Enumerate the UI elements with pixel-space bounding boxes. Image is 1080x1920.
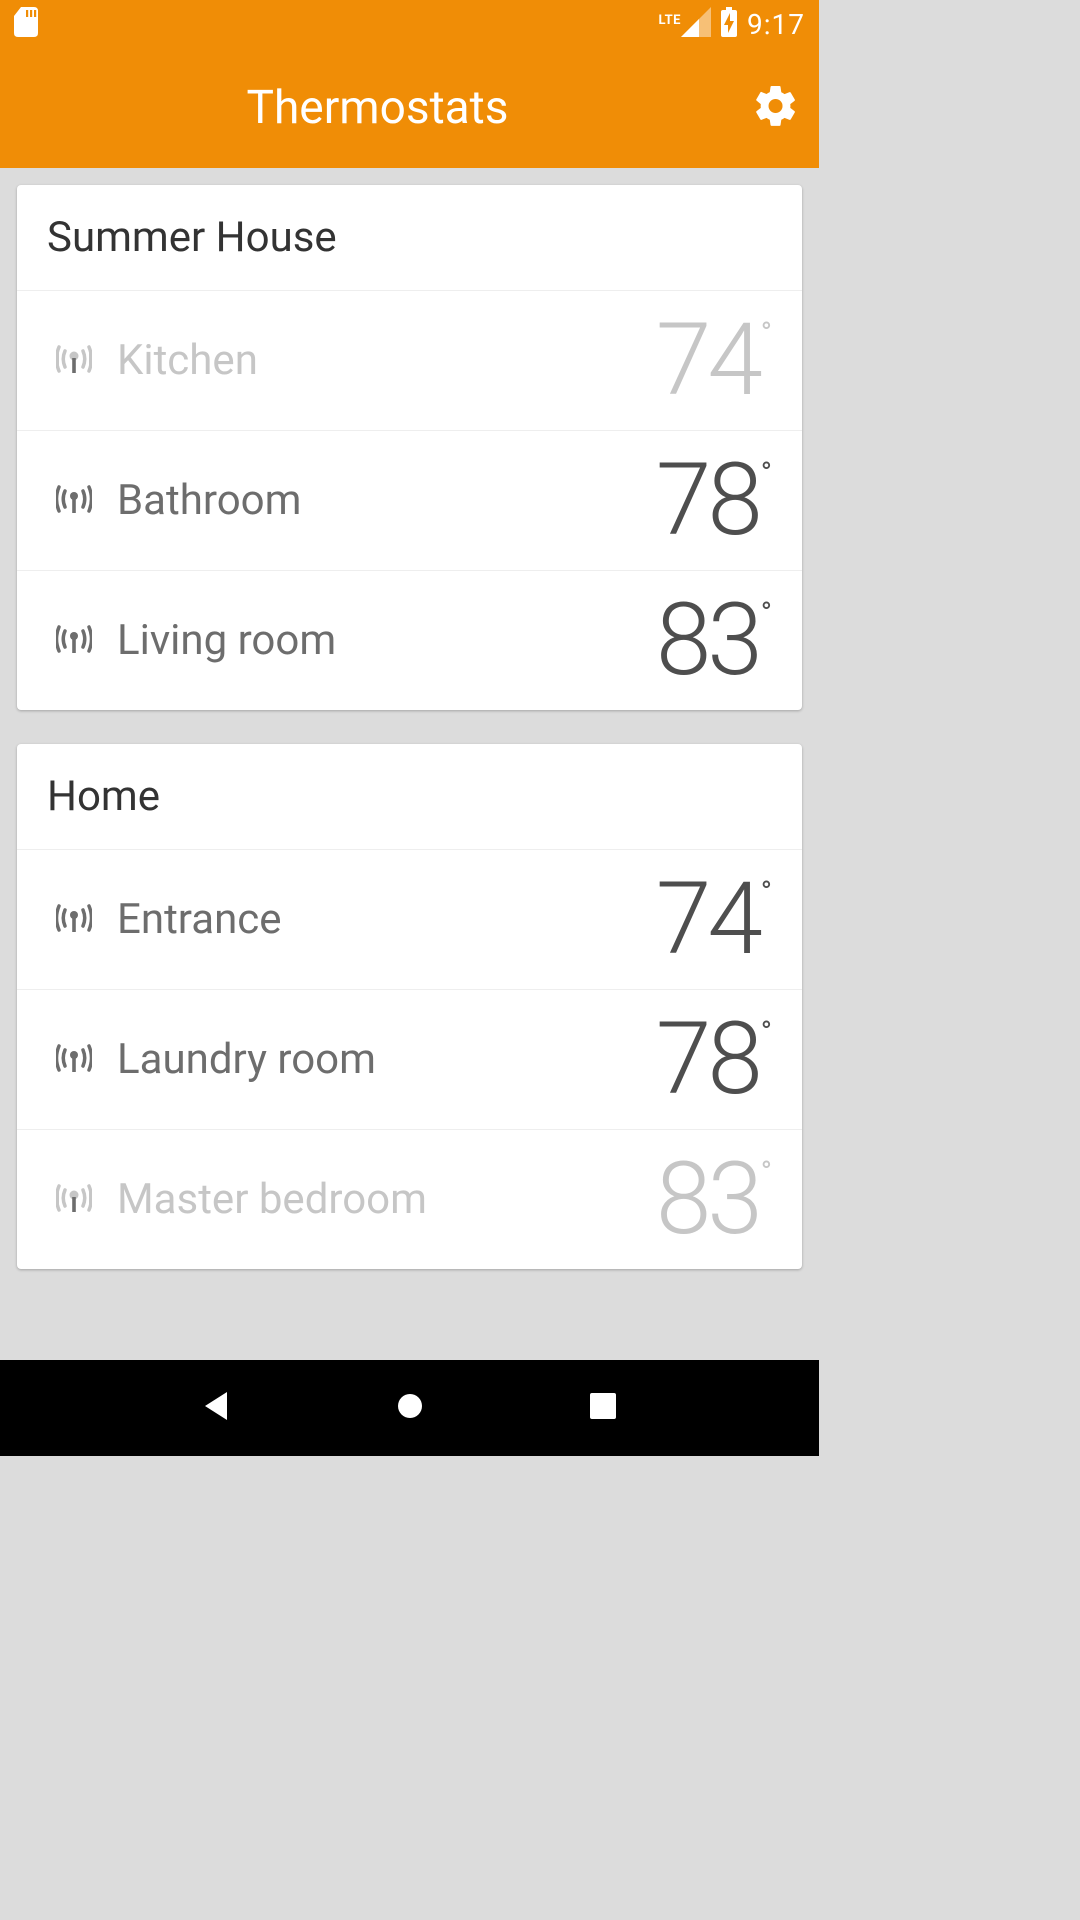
room-temperature: 78 ° [656, 1010, 772, 1110]
degree-symbol: ° [761, 599, 772, 629]
group-title: Summer House [17, 185, 802, 290]
status-left-cluster [14, 7, 38, 41]
thermostat-row[interactable]: Laundry room 78 ° [17, 989, 802, 1129]
home-icon [392, 1388, 428, 1428]
thermostat-row[interactable]: Entrance 74 ° [17, 849, 802, 989]
room-name: Kitchen [109, 336, 656, 385]
battery-charging-icon [719, 7, 739, 41]
group-title: Home [17, 744, 802, 849]
thermostat-group-card: Home Entrance 74 ° [17, 744, 802, 1269]
degree-symbol: ° [761, 459, 772, 489]
degree-symbol: ° [761, 1018, 772, 1048]
temperature-value: 78 [656, 451, 759, 551]
room-temperature: 83 ° [656, 591, 772, 691]
signal-icon [56, 483, 92, 519]
back-icon [199, 1388, 235, 1428]
cellular-signal-icon [681, 7, 711, 41]
room-name: Entrance [109, 895, 656, 944]
system-nav-bar [0, 1360, 819, 1456]
signal-icon [56, 1182, 92, 1218]
room-name: Laundry room [109, 1035, 656, 1084]
status-right-cluster: LTE 9:17 [659, 7, 805, 41]
signal-icon [56, 1042, 92, 1078]
room-temperature: 83 ° [656, 1150, 772, 1250]
temperature-value: 78 [656, 1010, 759, 1110]
sd-card-icon [14, 7, 38, 41]
room-name: Master bedroom [109, 1175, 656, 1224]
status-clock: 9:17 [747, 8, 805, 41]
room-temperature: 74 ° [656, 311, 772, 411]
settings-button[interactable] [751, 83, 801, 133]
thermostat-group-card: Summer House Kitchen 74 ° [17, 185, 802, 710]
temperature-value: 74 [656, 311, 759, 411]
thermostat-row[interactable]: Bathroom 78 ° [17, 430, 802, 570]
temperature-value: 74 [656, 870, 759, 970]
thermostat-row[interactable]: Kitchen 74 ° [17, 290, 802, 430]
nav-back-button[interactable] [192, 1383, 242, 1433]
page-title: Thermostats [247, 81, 509, 135]
temperature-value: 83 [656, 591, 759, 691]
thermostat-row[interactable]: Master bedroom 83 ° [17, 1129, 802, 1269]
lte-label: LTE [659, 13, 681, 28]
degree-symbol: ° [761, 319, 772, 349]
recents-icon [587, 1390, 619, 1426]
degree-symbol: ° [761, 1158, 772, 1188]
gear-icon [752, 82, 800, 134]
status-bar: LTE 9:17 [0, 0, 819, 48]
nav-home-button[interactable] [385, 1383, 435, 1433]
room-name: Bathroom [109, 476, 656, 525]
degree-symbol: ° [761, 878, 772, 908]
nav-recents-button[interactable] [578, 1383, 628, 1433]
content-area: Summer House Kitchen 74 ° [0, 168, 819, 1286]
temperature-value: 83 [656, 1150, 759, 1250]
signal-icon [56, 902, 92, 938]
room-temperature: 78 ° [656, 451, 772, 551]
signal-icon [56, 623, 92, 659]
app-bar: Thermostats [0, 48, 819, 168]
room-name: Living room [109, 616, 656, 665]
thermostat-row[interactable]: Living room 83 ° [17, 570, 802, 710]
signal-icon [56, 343, 92, 379]
room-temperature: 74 ° [656, 870, 772, 970]
